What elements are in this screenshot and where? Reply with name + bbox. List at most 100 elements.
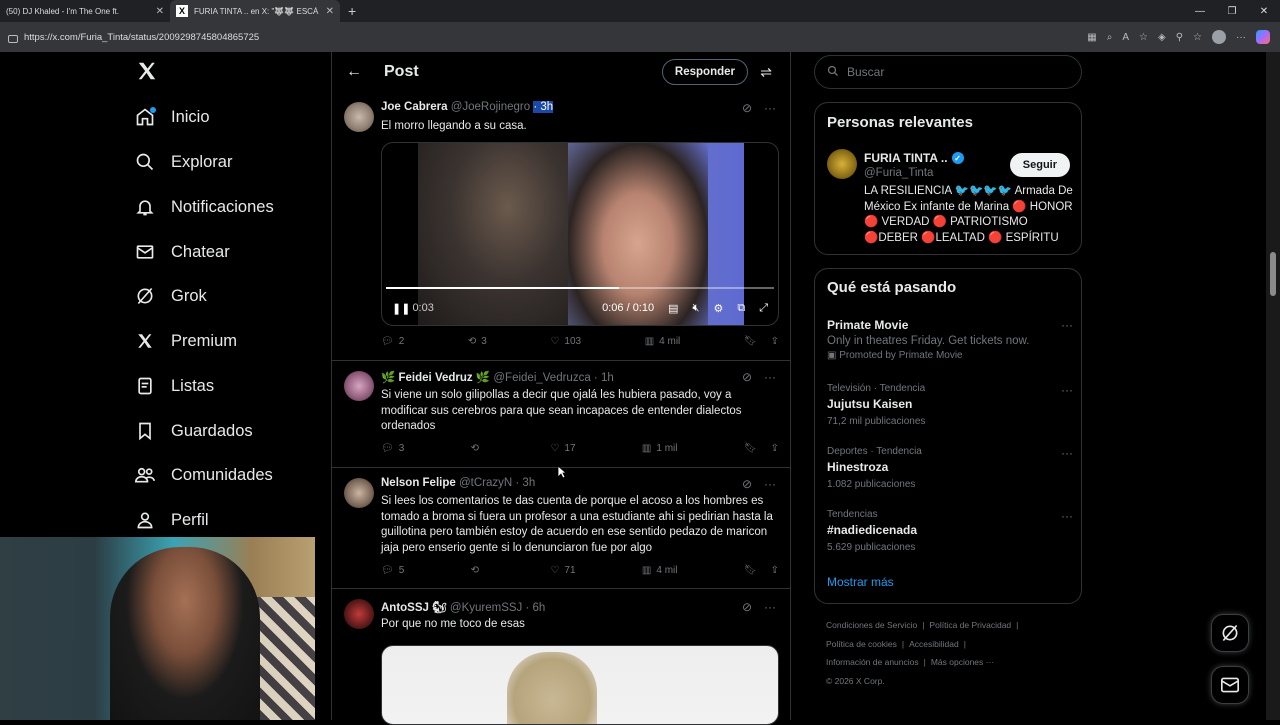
close-icon[interactable]: ✕ <box>326 6 334 17</box>
search-input[interactable]: Buscar <box>814 55 1082 89</box>
grok-icon[interactable]: ⊘ <box>742 370 752 384</box>
share-icon[interactable]: ⇪ <box>771 565 779 576</box>
views-action[interactable]: ▥ 4 mil <box>642 565 678 576</box>
settings-icon[interactable]: ⚙ <box>713 302 723 315</box>
play-pause-icon[interactable]: ❚❚ <box>392 302 410 315</box>
author-handle[interactable]: @JoeRojinegro <box>451 101 530 113</box>
author-handle[interactable]: @Feidei_Vedruzca <box>493 372 590 384</box>
more-icon[interactable]: ··· <box>764 600 776 614</box>
footer-link[interactable]: Política de cookies <box>826 639 897 649</box>
grok-fab-button[interactable] <box>1211 614 1249 652</box>
copilot-icon[interactable] <box>1256 30 1270 44</box>
footer-link[interactable]: Condiciones de Servicio <box>826 620 917 630</box>
like-action[interactable]: ♡ 103 <box>550 336 581 347</box>
nav-item-explorar[interactable]: Explorar <box>134 151 232 173</box>
author-handle[interactable]: @KyuremSSJ <box>450 602 522 614</box>
footer-link[interactable]: Accesibilidad <box>909 639 959 649</box>
author-name[interactable]: Nelson Felipe <box>381 477 456 489</box>
tweet[interactable]: 🌿 Feidei Vedruz 🌿 @Feidei_Vedruzca · 1h … <box>332 361 790 468</box>
browser-tab-1[interactable]: (50) DJ Khaled - I'm The One ft. ✕ <box>0 0 170 22</box>
tweet-video[interactable]: ❚❚ 0:03 0:06 / 0:10 ▤ 🔇︎ ⚙ ⧉ ⤢ <box>381 142 779 326</box>
avatar[interactable] <box>344 599 374 629</box>
bookmark-icon[interactable]: 🔖︎ <box>744 336 757 347</box>
footer-link[interactable]: Política de Privacidad <box>929 620 1011 630</box>
app-icon[interactable]: ▦ <box>1087 32 1096 43</box>
minimize-icon[interactable]: — <box>1184 0 1216 22</box>
reply-action[interactable]: 💬︎ 5 <box>381 565 404 576</box>
restore-icon[interactable]: ❐ <box>1216 0 1248 22</box>
more-icon[interactable]: ··· <box>1061 318 1073 332</box>
browser-tab-2[interactable]: X FURIA TINTA .. en X: "🐺🐺 ESCÁ ✕ <box>170 0 340 22</box>
like-action[interactable]: ♡ 17 <box>550 443 575 454</box>
tweet-image[interactable] <box>381 645 779 725</box>
tweet-time[interactable]: · 3h <box>533 101 554 113</box>
nav-item-listas[interactable]: Listas <box>134 375 214 397</box>
pip-icon[interactable]: ⧉ <box>737 302 745 315</box>
tweet-time[interactable]: · 6h <box>526 602 546 614</box>
author-name[interactable]: AntoSSJ 🐿 <box>381 602 447 614</box>
more-icon[interactable]: ··· <box>764 370 776 384</box>
favorite-icon[interactable]: ☆ <box>1139 32 1148 43</box>
read-aloud-icon[interactable]: A <box>1122 32 1129 43</box>
avatar[interactable] <box>827 149 857 179</box>
trend-item[interactable]: Tendencias #nadiedicenada 5.629 publicac… <box>827 509 1073 553</box>
close-window-icon[interactable]: ✕ <box>1248 0 1280 22</box>
avatar[interactable] <box>344 371 374 401</box>
repost-action[interactable]: ⟲ <box>471 565 484 576</box>
bookmark-icon[interactable]: 🔖︎ <box>744 443 757 454</box>
tweet[interactable]: Joe Cabrera @JoeRojinegro · 3h ⊘ ··· El … <box>332 92 790 361</box>
more-icon[interactable]: ··· <box>1061 383 1073 397</box>
avatar[interactable] <box>344 102 374 132</box>
author-name[interactable]: 🌿 Feidei Vedruz 🌿 <box>381 372 490 384</box>
profile-avatar[interactable] <box>1212 30 1226 44</box>
footer-link[interactable]: Más opciones ··· <box>931 657 994 667</box>
follow-button[interactable]: Seguir <box>1009 153 1070 177</box>
video-progress[interactable] <box>386 287 774 289</box>
profile-name[interactable]: FURIA TINTA .. ✓ <box>864 151 964 165</box>
more-icon[interactable]: ··· <box>1061 509 1073 523</box>
tweet[interactable]: AntoSSJ 🐿 @KyuremSSJ · 6h ⊘ ··· Por que … <box>332 589 790 725</box>
filter-icon[interactable]: ⇌ <box>760 64 772 81</box>
views-action[interactable]: ▥ 4 mil <box>645 336 681 347</box>
repost-action[interactable]: ⟲ 3 <box>468 336 487 347</box>
nav-item-grok[interactable]: Grok <box>134 285 207 307</box>
close-icon[interactable]: ✕ <box>156 6 164 17</box>
nav-item-notificaciones[interactable]: Notificaciones <box>134 196 274 218</box>
nav-item-comunidades[interactable]: Comunidades <box>134 464 273 486</box>
back-arrow-icon[interactable]: ← <box>346 63 362 81</box>
author-name[interactable]: Joe Cabrera <box>381 101 447 113</box>
tweet-time[interactable]: · 3h <box>515 477 535 489</box>
mute-icon[interactable]: 🔇︎ <box>693 302 700 315</box>
extensions-icon[interactable]: ◈ <box>1158 32 1166 43</box>
nav-item-chatear[interactable]: Chatear <box>134 241 230 263</box>
nav-item-premium[interactable]: Premium <box>134 330 237 352</box>
grok-icon[interactable]: ⊘ <box>742 101 752 115</box>
share-icon[interactable]: ⇪ <box>771 336 779 347</box>
nav-item-perfil[interactable]: Perfil <box>134 509 209 531</box>
repost-action[interactable]: ⟲ <box>471 443 484 454</box>
reply-action[interactable]: 💬︎ 2 <box>381 336 404 347</box>
like-action[interactable]: ♡ 71 <box>550 565 575 576</box>
more-icon[interactable]: ··· <box>764 101 776 115</box>
author-handle[interactable]: @tCrazyN <box>459 477 512 489</box>
split-icon[interactable]: ⚲ <box>1176 32 1183 43</box>
favorites-icon[interactable]: ☆ <box>1193 32 1202 43</box>
bookmark-icon[interactable]: 🔖︎ <box>744 565 757 576</box>
more-icon[interactable]: ··· <box>1236 32 1246 43</box>
share-icon[interactable]: ⇪ <box>771 443 779 454</box>
grok-icon[interactable]: ⊘ <box>742 477 752 491</box>
x-logo-icon[interactable] <box>136 60 158 89</box>
page-scrollbar[interactable] <box>1266 52 1280 720</box>
nav-item-guardados[interactable]: Guardados <box>134 420 253 442</box>
views-action[interactable]: ▥ 1 mil <box>642 443 678 454</box>
zoom-icon[interactable]: ⌕ <box>1107 32 1113 43</box>
more-icon[interactable]: ··· <box>1061 446 1073 460</box>
reply-button[interactable]: Responder <box>661 59 748 85</box>
url-field[interactable]: https://x.com/Furia_Tinta/status/2009298… <box>24 32 259 43</box>
profile-handle[interactable]: @Furia_Tinta <box>864 167 933 179</box>
show-more-link[interactable]: Mostrar más <box>827 575 894 589</box>
trend-item[interactable]: Deportes · Tendencia Hinestroza 1.082 pu… <box>827 446 1073 490</box>
grok-icon[interactable]: ⊘ <box>742 600 752 614</box>
footer-link[interactable]: Información de anuncios <box>826 657 919 667</box>
fullscreen-icon[interactable]: ⤢ <box>759 302 768 315</box>
